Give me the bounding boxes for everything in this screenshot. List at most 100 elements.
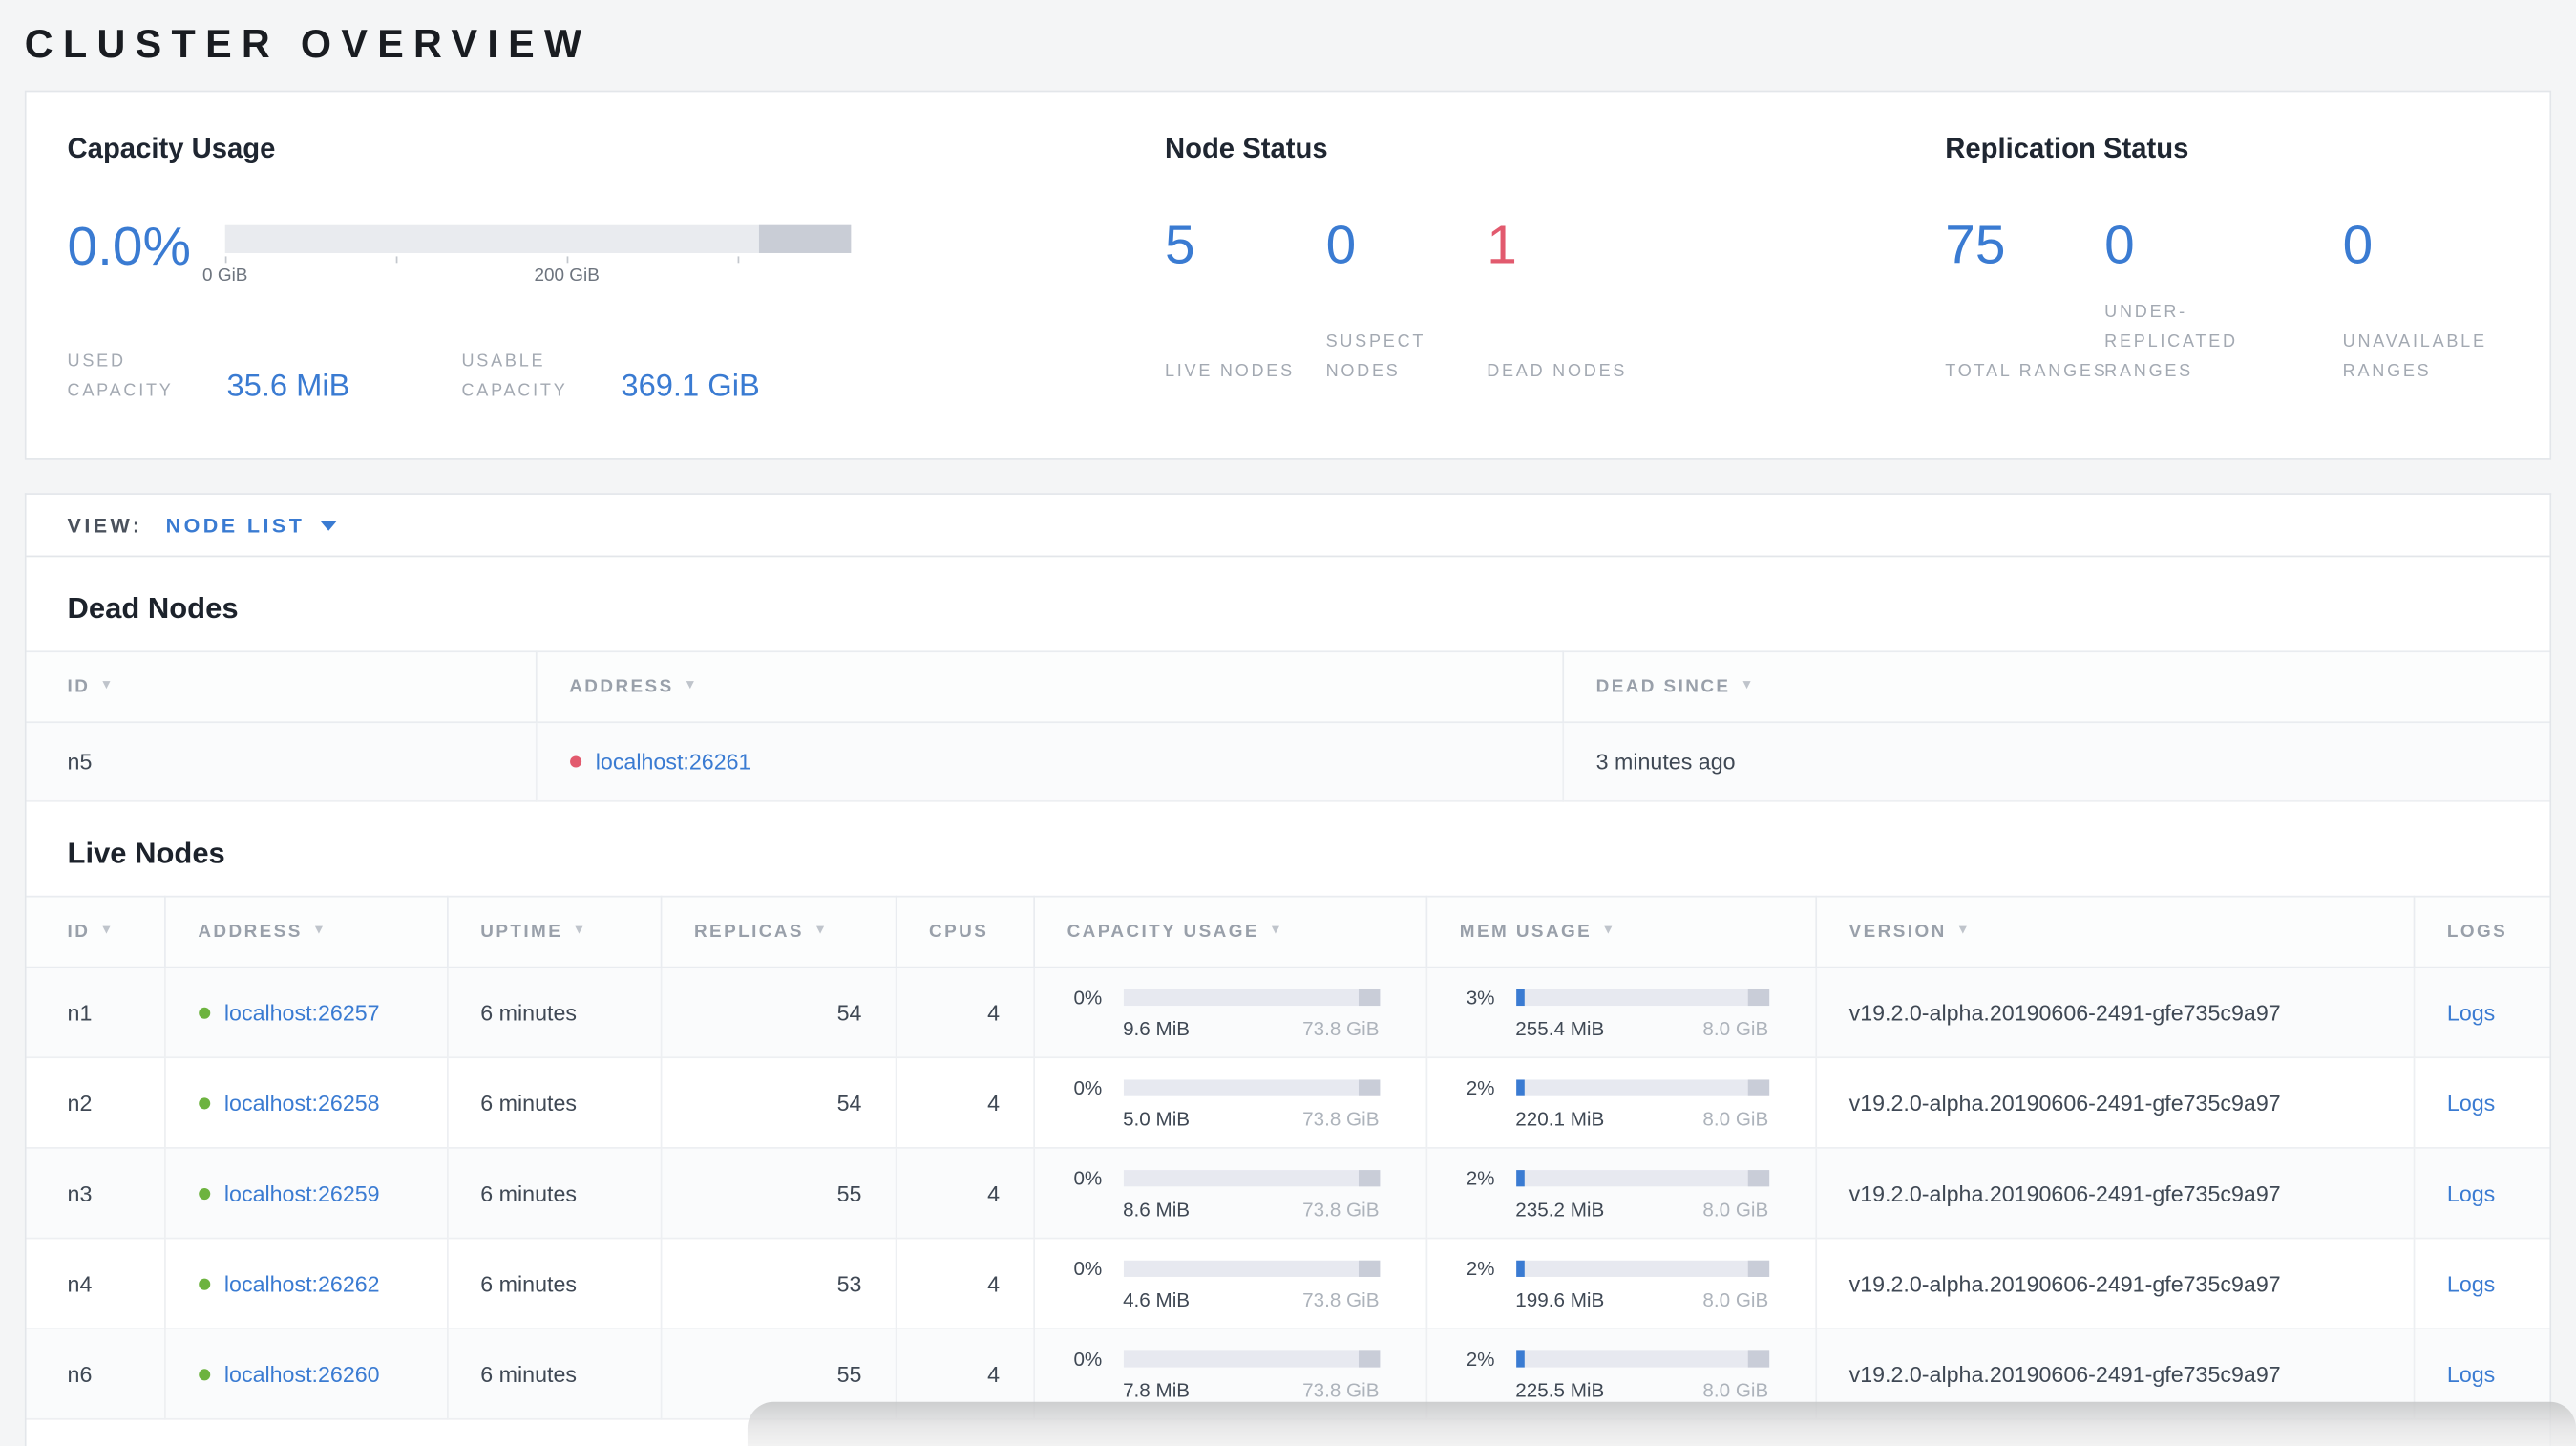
column-header-uptime[interactable]: UPTIME ▼ [447, 895, 662, 968]
mem-usage-bar [1515, 988, 1769, 1006]
capacity-bar-end-segment [1358, 1350, 1380, 1367]
nodes-card: VIEW: NODE LIST Dead Nodes ID ▼ ADDRESS ▼ DE… [24, 493, 2552, 1446]
summary-stat: 0 UNAVAILABLE RANGES [2342, 215, 2507, 387]
capacity-used-value: 7.8 MiB [1123, 1377, 1191, 1401]
summary-stat-label: UNDER-REPLICATED RANGES [2104, 302, 2238, 381]
capacity-usage-cell: 0% 4.6 MiB 73.8 GiB [1033, 1238, 1427, 1330]
mem-total-value: 8.0 GiB [1702, 1377, 1769, 1401]
live-status-dot-icon [198, 1096, 210, 1109]
live-node-row: n3 localhost:26259 6 minutes 55 4 0% 8.6 MiB 73… [26, 1147, 2550, 1240]
capacity-bar-end-segment [1358, 988, 1380, 1006]
node-address-link[interactable]: localhost:26259 [224, 1180, 380, 1205]
summary-stat-label: UNAVAILABLE RANGES [2342, 331, 2487, 381]
summary-stat-value: 0 [1325, 214, 1357, 276]
replication-stats: 75 TOTAL RANGES 0 UNDER-REPLICATED RANGES 0 U… [1945, 214, 2508, 387]
capacity-stat: USABLE CAPACITY 369.1 GiB [461, 349, 759, 407]
capacity-bar-end-segment [1358, 1259, 1380, 1277]
live-node-id: n1 [26, 967, 165, 1059]
capacity-usage-cell: 0% 5.0 MiB 73.8 GiB [1033, 1057, 1427, 1149]
mem-usage-fill [1515, 1259, 1524, 1277]
capacity-usage-bar [1123, 1350, 1380, 1367]
node-address-link[interactable]: localhost:26260 [224, 1362, 380, 1387]
column-header-id[interactable]: ID ▼ [26, 650, 537, 724]
capacity-bar-track [224, 225, 852, 254]
live-node-replicas: 54 [660, 967, 897, 1059]
live-node-logs-cell: Logs [2413, 1147, 2550, 1240]
dead-nodes-table-body: n5 localhost:26261 3 minutes ago [26, 722, 2550, 802]
mem-usage-cell: 2% 220.1 MiB 8.0 GiB [1425, 1057, 1817, 1149]
summary-stat-value: 0 [2104, 214, 2135, 276]
capacity-total-value: 73.8 GiB [1302, 1016, 1380, 1040]
column-header-dead-since[interactable]: DEAD SINCE ▼ [1562, 650, 2550, 724]
live-node-version: v19.2.0-alpha.20190606-2491-gfe735c9a97 [1815, 967, 2415, 1059]
live-nodes-table-body: n1 localhost:26257 6 minutes 54 4 0% 9.6 MiB 73… [26, 967, 2550, 1420]
sort-icon: ▼ [312, 922, 328, 937]
column-header-label: ID [67, 922, 91, 942]
column-header-label: CPUS [929, 922, 989, 942]
capacity-usage-percent: 0% [1073, 985, 1103, 1009]
mem-usage-cell: 3% 255.4 MiB 8.0 GiB [1425, 967, 1817, 1059]
node-address-link[interactable]: localhost:26262 [224, 1271, 380, 1296]
node-address-link[interactable]: localhost:26258 [224, 1091, 380, 1116]
logs-link[interactable]: Logs [2447, 1000, 2495, 1025]
mem-usage-percent: 3% [1466, 985, 1495, 1009]
column-header-logs: LOGS [2413, 895, 2550, 968]
live-node-replicas: 54 [660, 1057, 897, 1149]
column-header-version[interactable]: VERSION ▼ [1815, 895, 2415, 968]
capacity-axis-ticks: 0 GiB 200 GiB [202, 254, 852, 293]
node-status-stats: 5 LIVE NODES 0 SUSPECT NODES 1 DEAD NODES [1165, 214, 1945, 387]
live-node-replicas: 53 [660, 1238, 897, 1330]
column-header-label: LOGS [2446, 922, 2508, 942]
dead-node-address-cell: localhost:26261 [535, 722, 1564, 802]
column-header-mem-usage[interactable]: MEM USAGE ▼ [1425, 895, 1817, 968]
mem-usage-bar [1515, 1259, 1769, 1277]
column-header-label: UPTIME [480, 922, 563, 942]
mem-total-value: 8.0 GiB [1702, 1106, 1769, 1130]
capacity-usage-bar: 0 GiB 200 GiB [202, 225, 852, 293]
column-header-id[interactable]: ID ▼ [26, 895, 165, 968]
column-header-label: REPLICAS [693, 922, 804, 942]
mem-usage-bar [1515, 1350, 1769, 1367]
column-header-label: CAPACITY USAGE [1066, 922, 1259, 942]
dead-nodes-table: ID ▼ ADDRESS ▼ DEAD SINCE ▼ n5 localhost:26261… [26, 650, 2550, 802]
capacity-used-value: 8.6 MiB [1123, 1197, 1191, 1221]
capacity-bar-end-segment [1358, 1169, 1380, 1186]
capacity-usage-bar [1123, 1078, 1380, 1095]
live-node-uptime: 6 minutes [447, 1238, 662, 1330]
capacity-usage-bar [1123, 1169, 1380, 1186]
column-header-capacity-usage[interactable]: CAPACITY USAGE ▼ [1033, 895, 1427, 968]
node-status-title: Node Status [1164, 133, 1328, 165]
live-status-dot-icon [198, 1277, 210, 1289]
axis-tick [566, 257, 569, 264]
column-header-address[interactable]: ADDRESS ▼ [164, 895, 448, 968]
cluster-overview-page: CLUSTER OVERVIEW Capacity Usage 0.0% 0 G… [0, 0, 2576, 1446]
node-address-link[interactable]: localhost:26261 [596, 750, 751, 775]
mem-used-value: 225.5 MiB [1515, 1377, 1605, 1401]
mem-usage-percent: 2% [1466, 1256, 1495, 1280]
live-node-cpus: 4 [895, 1057, 1035, 1149]
logs-link[interactable]: Logs [2447, 1091, 2495, 1116]
horizontal-scrollbar[interactable] [747, 1401, 2576, 1446]
live-status-dot-icon [198, 1006, 210, 1018]
capacity-usage-bar [1123, 1259, 1380, 1277]
logs-link[interactable]: Logs [2447, 1271, 2495, 1296]
live-node-logs-cell: Logs [2413, 1057, 2550, 1149]
logs-link[interactable]: Logs [2447, 1362, 2495, 1387]
node-address-link[interactable]: localhost:26257 [224, 1000, 380, 1025]
column-header-address[interactable]: ADDRESS ▼ [535, 650, 1564, 724]
capacity-usage-cell: 0% 8.6 MiB 73.8 GiB [1033, 1147, 1427, 1240]
summary-stat-value: 75 [1945, 214, 2006, 276]
column-header-replicas[interactable]: REPLICAS ▼ [660, 895, 897, 968]
mem-used-value: 220.1 MiB [1515, 1106, 1605, 1130]
live-node-id: n3 [26, 1147, 165, 1240]
mem-total-value: 8.0 GiB [1702, 1197, 1769, 1221]
sort-icon: ▼ [99, 922, 116, 937]
column-header-label: DEAD SINCE [1595, 676, 1731, 697]
logs-link[interactable]: Logs [2447, 1180, 2495, 1205]
column-header-label: VERSION [1848, 922, 1947, 942]
view-selector-dropdown[interactable]: NODE LIST [166, 514, 336, 537]
replication-status-section: Replication Status 75 TOTAL RANGES 0 UNDER-… [1945, 133, 2508, 417]
summary-stat-label: DEAD NODES [1487, 360, 1628, 381]
capacity-used-percent: 0.0% [67, 216, 191, 277]
capacity-stats: USED CAPACITY 35.6 MiB USABLE CAPACITY 369.… [68, 349, 1165, 407]
